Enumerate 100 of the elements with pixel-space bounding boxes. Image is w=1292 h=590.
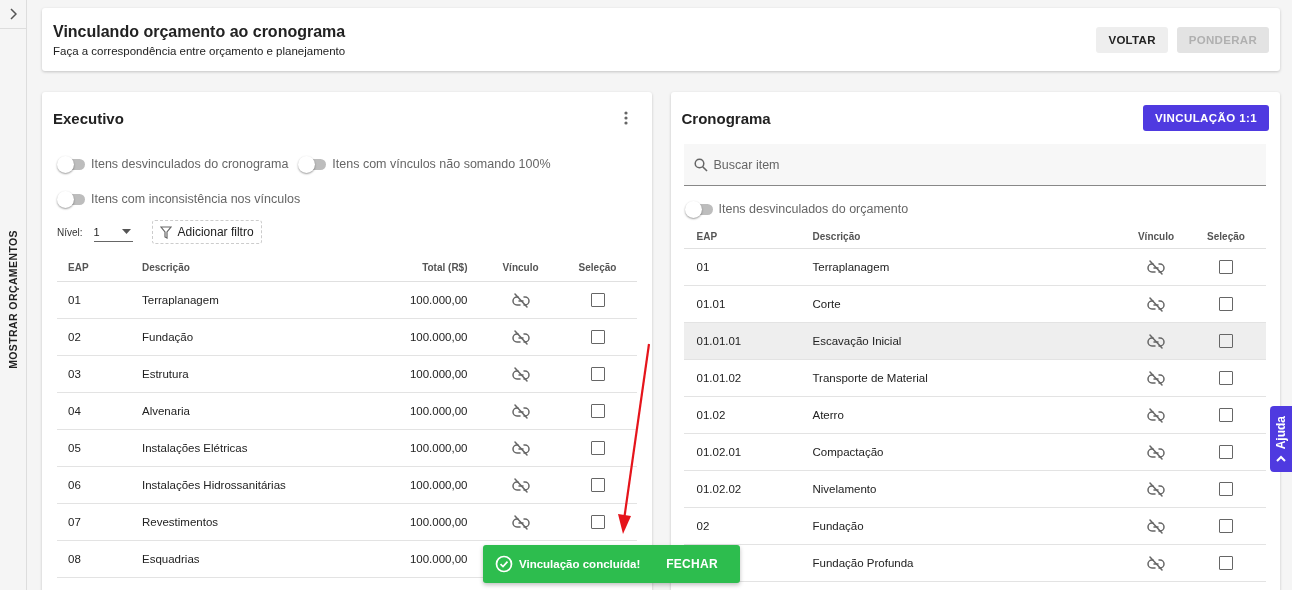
table-cell-text: 02: [68, 331, 82, 343]
broken-link-icon[interactable]: [1147, 259, 1165, 275]
table-cell-text: Fundação: [142, 331, 195, 343]
checkbox[interactable]: [1219, 371, 1233, 385]
table-cell-text: Compactação: [812, 446, 885, 458]
checkbox[interactable]: [1219, 445, 1233, 459]
check-circle-icon: [495, 555, 513, 573]
table-cell-text: 07: [68, 516, 82, 528]
table-cell-text: Transporte de Material: [812, 372, 929, 384]
table-cell-text: 100.000,00: [408, 405, 469, 417]
broken-link-icon[interactable]: [511, 514, 530, 530]
toggle-label: Itens desvinculados do cronograma: [91, 157, 289, 171]
table-cell-text: 100.000,00: [408, 516, 469, 528]
checkbox[interactable]: [1219, 260, 1233, 274]
table-cell-text: Corte: [812, 298, 842, 310]
column-header: EAP: [696, 230, 719, 242]
table-cell-text: 100.000,00: [408, 331, 469, 343]
table-cell-text: Revestimentos: [142, 516, 220, 528]
more-options-icon[interactable]: [623, 111, 628, 125]
add-filter-button[interactable]: Adicionar filtro: [151, 220, 262, 244]
broken-link-icon[interactable]: [511, 329, 530, 345]
broken-link-icon[interactable]: [1147, 407, 1165, 423]
broken-link-icon[interactable]: [511, 366, 530, 382]
search-field[interactable]: Buscar item: [683, 144, 1266, 186]
table-cell-text: 03: [68, 368, 82, 380]
toggle-switch[interactable]: [59, 158, 85, 170]
toggle-switch[interactable]: [686, 203, 713, 215]
toggle-switch[interactable]: [59, 193, 85, 205]
column-header: Vínculo: [1136, 230, 1176, 242]
broken-link-icon[interactable]: [1147, 481, 1165, 497]
column-header: Seleção: [577, 262, 618, 273]
table-cell-text: Fundação: [812, 520, 865, 532]
checkbox[interactable]: [590, 478, 605, 492]
table-cell-text: 01.01: [696, 298, 727, 310]
table-cell-text: 100.000,00: [408, 368, 469, 380]
chevron-right-icon[interactable]: [9, 8, 17, 20]
table-cell-text: Aterro: [812, 409, 845, 421]
checkbox[interactable]: [1219, 408, 1233, 422]
table-cell-text: 100.000,00: [408, 442, 469, 454]
table-cell-text: Terraplanagem: [812, 261, 891, 273]
toggle-switch[interactable]: [300, 158, 327, 170]
broken-link-icon[interactable]: [511, 477, 530, 493]
chevron-up-icon: [1276, 455, 1286, 463]
page-subtitle: Faça a correspondência entre orçamento e planejamento: [53, 44, 346, 57]
table-cell-text: 02: [696, 520, 711, 532]
broken-link-icon[interactable]: [511, 292, 530, 308]
panel-title: Cronograma: [681, 109, 771, 127]
table-cell-text: Fundação Profunda: [812, 557, 915, 569]
table-cell-text: Instalações Elétricas: [142, 442, 249, 454]
broken-link-icon[interactable]: [511, 403, 530, 419]
checkbox[interactable]: [1219, 482, 1233, 496]
table-cell-text: Escavação Inicial: [812, 335, 903, 347]
table-cell-text: 01.02.01: [696, 446, 743, 458]
toast-message: Vinculação concluída!: [519, 558, 642, 570]
toggle-label: Itens com inconsistência nos vínculos: [91, 192, 301, 206]
table-cell-text: 01: [696, 261, 711, 273]
toggle-label: Itens desvinculados do orçamento: [718, 202, 909, 216]
table-cell-text: Nivelamento: [812, 483, 878, 495]
checkbox[interactable]: [1219, 556, 1233, 570]
action-button[interactable]: VOLTAR: [1096, 26, 1168, 53]
table-cell-text: Estrutura: [142, 368, 190, 380]
help-tab[interactable]: Ajuda: [1270, 406, 1292, 472]
checkbox[interactable]: [590, 404, 605, 418]
table-cell-text: 01.01.01: [696, 335, 743, 347]
checkbox[interactable]: [1219, 334, 1233, 348]
broken-link-icon[interactable]: [1147, 555, 1165, 571]
level-select[interactable]: 1: [93, 222, 133, 242]
broken-link-icon[interactable]: [511, 440, 530, 456]
broken-link-icon[interactable]: [1147, 296, 1165, 312]
show-budgets-toggle[interactable]: MOSTRAR ORÇAMENTOS: [7, 230, 19, 369]
broken-link-icon[interactable]: [1147, 518, 1165, 534]
checkbox[interactable]: [1219, 297, 1233, 311]
column-header: Descrição: [142, 262, 191, 273]
table-cell-text: 100.000,00: [408, 553, 469, 565]
table-cell-text: Instalações Hidrossanitárias: [142, 479, 287, 491]
checkbox[interactable]: [590, 330, 605, 344]
table-cell-text: 05: [68, 442, 82, 454]
column-header: Seleção: [1206, 230, 1246, 242]
filter-icon: [159, 225, 172, 239]
dropdown-arrow-icon: [121, 229, 131, 234]
checkbox[interactable]: [590, 515, 605, 529]
link-one-to-one-button[interactable]: VINCULAÇÃO 1:1: [1142, 105, 1269, 131]
checkbox[interactable]: [1219, 519, 1233, 533]
table-cell-text: 06: [68, 479, 82, 491]
table-cell-text: 01: [68, 294, 82, 306]
checkbox[interactable]: [590, 441, 605, 455]
broken-link-icon[interactable]: [1147, 370, 1165, 386]
broken-link-icon[interactable]: [1147, 333, 1165, 349]
table-cell-text: 01.02: [696, 409, 727, 421]
panel-title: Executivo: [53, 109, 124, 127]
table-cell-text: Alvenaria: [142, 405, 191, 417]
checkbox[interactable]: [590, 293, 605, 307]
table-cell-text: Esquadrias: [142, 553, 201, 565]
table-cell-text: 08: [68, 553, 82, 565]
level-label: Nível:: [57, 226, 83, 238]
column-header: EAP: [68, 262, 90, 273]
table-cell-text: 100.000,00: [408, 294, 469, 306]
checkbox[interactable]: [590, 367, 605, 381]
table-cell-text: 04: [68, 405, 82, 417]
broken-link-icon[interactable]: [1147, 444, 1165, 460]
